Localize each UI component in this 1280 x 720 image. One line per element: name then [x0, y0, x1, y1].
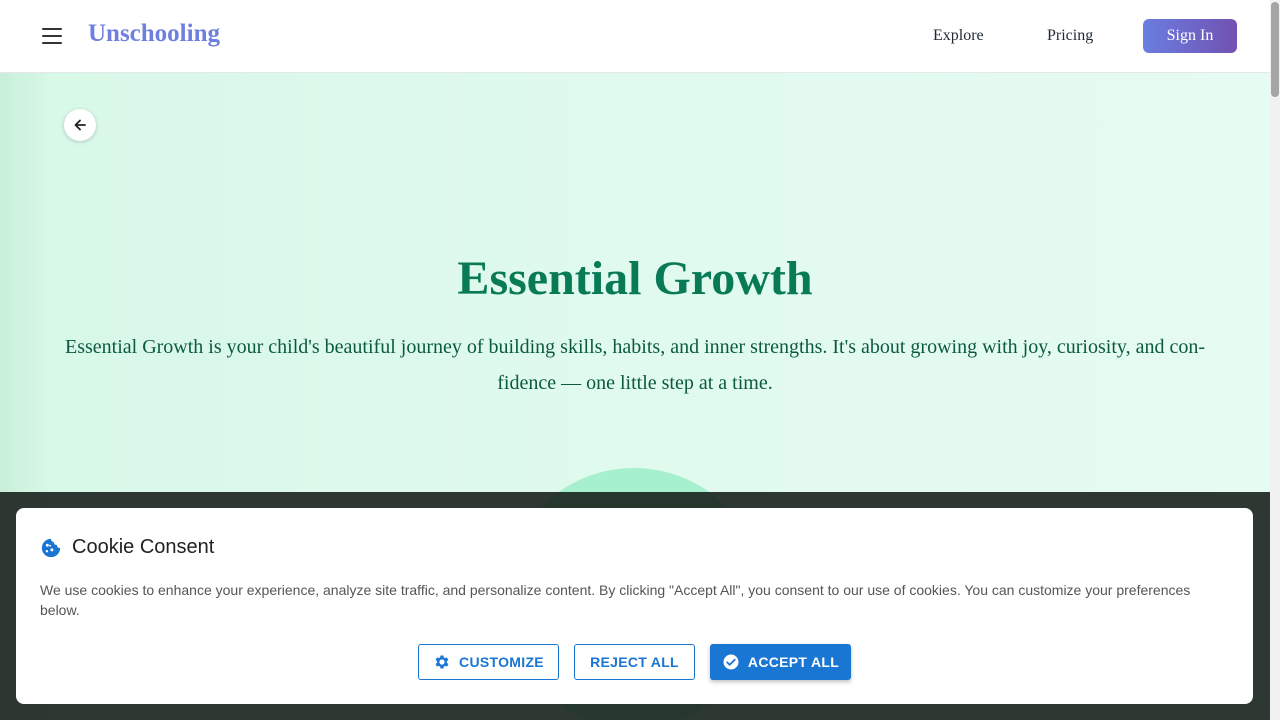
sign-in-button[interactable]: Sign In — [1143, 19, 1237, 53]
arrow-left-icon — [74, 119, 86, 131]
reject-all-button[interactable]: REJECT ALL — [574, 644, 695, 680]
menu-icon[interactable] — [40, 26, 64, 46]
page-title: Essential Growth — [457, 252, 813, 305]
accept-all-button[interactable]: ACCEPT ALL — [710, 644, 851, 680]
customize-label: CUSTOMIZE — [459, 654, 544, 670]
cookie-dialog-title: Cookie Consent — [72, 536, 215, 558]
customize-button[interactable]: CUSTOMIZE — [418, 644, 559, 680]
accept-all-label: ACCEPT ALL — [747, 654, 840, 670]
back-button[interactable] — [64, 109, 96, 141]
cookie-consent-dialog: Cookie Consent We use cookies to enhance… — [16, 508, 1253, 704]
reject-all-label: REJECT ALL — [590, 654, 679, 670]
nav-pricing-link[interactable]: Pricing — [1047, 27, 1093, 45]
cookie-dialog-header: Cookie Consent — [40, 536, 214, 559]
top-navbar: Unschooling Explore Pricing Sign In — [0, 0, 1270, 73]
brand-logo[interactable]: Unschooling — [88, 20, 220, 48]
scrollbar-thumb[interactable] — [1271, 2, 1279, 97]
hero-description: Essential Growth is your child's beautif… — [64, 336, 1206, 394]
check-circle-icon — [723, 654, 739, 670]
cookie-dialog-text: We use cookies to enhance your experienc… — [40, 582, 1191, 618]
nav-explore-link[interactable]: Explore — [933, 27, 984, 45]
scrollbar-track[interactable] — [1270, 0, 1280, 720]
gear-icon — [435, 655, 449, 669]
cookie-icon — [41, 538, 61, 557]
